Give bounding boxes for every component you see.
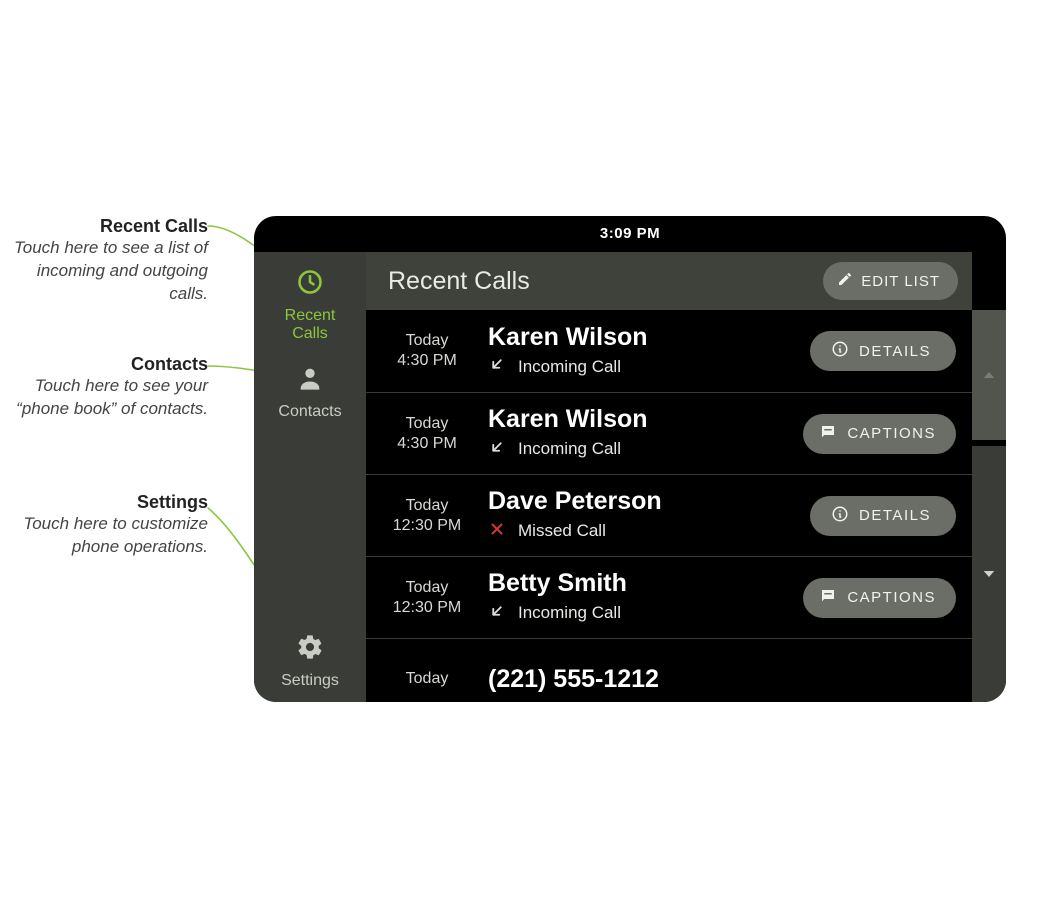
sidebar-item-contacts[interactable]: Contacts [254, 354, 366, 433]
call-type-label: Incoming Call [518, 603, 621, 623]
sidebar-spacer [254, 433, 366, 624]
missed-call-icon [488, 520, 506, 543]
call-info: Karen Wilson Incoming Call [488, 406, 785, 461]
call-time-block: Today 4:30 PM [384, 415, 470, 453]
call-time-block: Today 12:30 PM [384, 497, 470, 535]
recent-calls-list: Today 4:30 PM Karen Wilson Incoming Call DET… [366, 310, 972, 702]
call-row[interactable]: Today (221) 555-1212 [366, 638, 972, 702]
call-time-block: Today [384, 670, 470, 690]
call-info: Betty Smith Incoming Call [488, 570, 785, 625]
scroll-up-button[interactable] [972, 310, 1006, 440]
edit-list-button[interactable]: EDIT LIST [823, 262, 958, 300]
sidebar-item-label: Recent Calls [285, 307, 336, 342]
details-button[interactable]: DETAILS [810, 331, 956, 371]
content-header: Recent Calls EDIT LIST [366, 252, 972, 310]
chat-icon [819, 587, 837, 609]
annotation-desc: Touch here to see a list of incoming and… [8, 237, 208, 306]
caller-name: Dave Peterson [488, 488, 792, 516]
pill-label: DETAILS [859, 507, 931, 524]
caller-name: Betty Smith [488, 570, 785, 598]
chevron-up-icon [980, 366, 998, 384]
info-icon [831, 505, 849, 527]
call-type-label: Incoming Call [518, 357, 621, 377]
captions-button[interactable]: CAPTIONS [803, 578, 956, 618]
gear-icon [296, 633, 324, 666]
call-time: 12:30 PM [384, 599, 470, 617]
call-time-block: Today 4:30 PM [384, 332, 470, 370]
details-button[interactable]: DETAILS [810, 496, 956, 536]
caller-name: (221) 555-1212 [488, 666, 956, 694]
incoming-call-icon [488, 355, 506, 378]
incoming-call-icon [488, 602, 506, 625]
call-time: 4:30 PM [384, 352, 470, 370]
call-info: Karen Wilson Incoming Call [488, 324, 792, 379]
call-day: Today [384, 497, 470, 515]
pill-label: DETAILS [859, 343, 931, 360]
chevron-down-icon [980, 565, 998, 583]
annotation-title: Recent Calls [8, 216, 208, 237]
pencil-icon [837, 271, 853, 291]
annotation-settings: Settings Touch here to customize phone o… [8, 492, 208, 559]
sidebar-item-settings[interactable]: Settings [254, 623, 366, 702]
call-time-block: Today 12:30 PM [384, 579, 470, 617]
annotation-desc: Touch here to customize phone operations… [8, 513, 208, 559]
call-type-label: Missed Call [518, 521, 606, 541]
edit-list-label: EDIT LIST [861, 273, 940, 290]
scrollbar [972, 252, 1006, 702]
pill-label: CAPTIONS [847, 589, 936, 606]
call-row[interactable]: Today 12:30 PM Dave Peterson Missed Call DET… [366, 474, 972, 556]
annotation-recent-calls: Recent Calls Touch here to see a list of… [8, 216, 208, 306]
clock-icon [296, 268, 324, 301]
call-row[interactable]: Today 4:30 PM Karen Wilson Incoming Call DET… [366, 310, 972, 392]
call-time: 4:30 PM [384, 435, 470, 453]
caller-name: Karen Wilson [488, 406, 785, 434]
call-type-label: Incoming Call [518, 439, 621, 459]
annotation-title: Settings [8, 492, 208, 513]
scroll-down-button[interactable] [972, 446, 1006, 702]
call-day: Today [384, 579, 470, 597]
annotation-title: Contacts [8, 354, 208, 375]
pill-label: CAPTIONS [847, 425, 936, 442]
info-icon [831, 340, 849, 362]
page-title: Recent Calls [388, 267, 811, 296]
call-row[interactable]: Today 4:30 PM Karen Wilson Incoming Call CAP… [366, 392, 972, 474]
sidebar-item-label: Settings [281, 672, 339, 690]
sidebar-item-recent-calls[interactable]: Recent Calls [254, 258, 366, 354]
sidebar: Recent Calls Contacts Settings [254, 252, 366, 702]
caller-name: Karen Wilson [488, 324, 792, 352]
call-row[interactable]: Today 12:30 PM Betty Smith Incoming Call CAP… [366, 556, 972, 638]
annotation-contacts: Contacts Touch here to see your “phone b… [8, 354, 208, 421]
sidebar-item-label: Contacts [278, 403, 341, 421]
incoming-call-icon [488, 438, 506, 461]
device-screen: 3:09 PM Recent Calls Contacts [254, 216, 1006, 702]
annotation-desc: Touch here to see your “phone book” of c… [8, 375, 208, 421]
call-info: Dave Peterson Missed Call [488, 488, 792, 543]
call-day: Today [384, 415, 470, 433]
call-day: Today [384, 670, 470, 688]
status-time: 3:09 PM [600, 225, 660, 242]
call-info: (221) 555-1212 [488, 666, 956, 694]
chat-icon [819, 423, 837, 445]
call-day: Today [384, 332, 470, 350]
status-bar: 3:09 PM [254, 216, 1006, 252]
captions-button[interactable]: CAPTIONS [803, 414, 956, 454]
call-time: 12:30 PM [384, 517, 470, 535]
person-icon [296, 364, 324, 397]
